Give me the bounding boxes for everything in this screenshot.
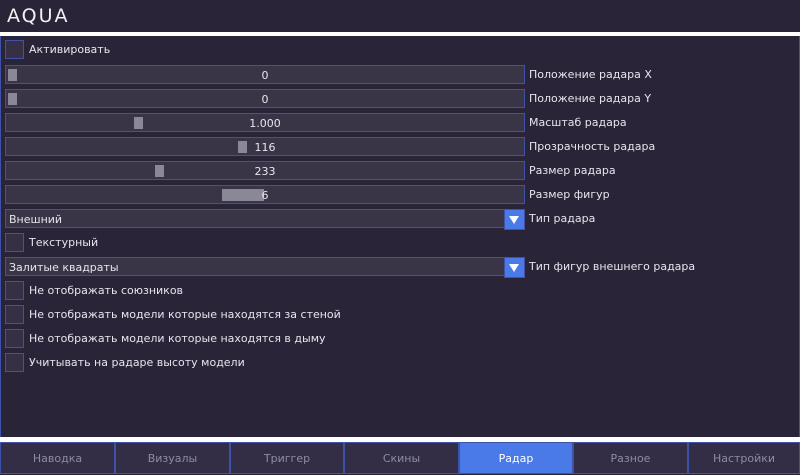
chevron-down-icon[interactable]	[504, 257, 525, 278]
model-height-label: Учитывать на радаре высоту модели	[29, 356, 245, 369]
app-title: AQUA	[7, 5, 70, 27]
hide-allies-label: Не отображать союзников	[29, 284, 184, 297]
chevron-down-icon[interactable]	[504, 209, 525, 230]
shape-size-label: Размер фигур	[529, 188, 610, 201]
radar-y-slider[interactable]: 0	[5, 89, 525, 108]
hide-behind-wall-label: Не отображать модели которые находятся з…	[29, 308, 341, 321]
activate-label: Активировать	[29, 43, 111, 56]
radar-type-value: Внешний	[9, 213, 63, 226]
shape-size-value: 6	[261, 189, 269, 202]
radar-size-slider[interactable]: 233	[5, 161, 525, 180]
radar-x-label: Положение радара X	[529, 68, 652, 81]
radar-opacity-value: 116	[254, 141, 276, 154]
radar-type-dropdown[interactable]: Внешний	[5, 209, 525, 230]
radar-x-value: 0	[261, 69, 269, 82]
hide-behind-wall-checkbox[interactable]	[5, 305, 24, 324]
radar-type-label: Тип радара	[529, 212, 596, 225]
radar-opacity-label: Прозрачность радара	[529, 140, 656, 153]
tab-aim[interactable]: Наводка	[0, 442, 115, 474]
radar-y-label: Положение радара Y	[529, 92, 652, 105]
textured-checkbox[interactable]	[5, 233, 24, 252]
activate-checkbox[interactable]	[5, 40, 24, 59]
radar-scale-value: 1.000	[249, 117, 281, 130]
radar-scale-slider[interactable]: 1.000	[5, 113, 525, 132]
tab-radar[interactable]: Радар	[459, 442, 573, 474]
textured-label: Текстурный	[29, 236, 99, 249]
radar-opacity-slider[interactable]: 116	[5, 137, 525, 156]
radar-scale-label: Масштаб радара	[529, 116, 627, 129]
tab-bar: Наводка Визуалы Триггер Скины Радар Разн…	[0, 442, 800, 474]
outer-shape-type-label: Тип фигур внешнего радара	[529, 260, 696, 273]
model-height-checkbox[interactable]	[5, 353, 24, 372]
tab-trigger[interactable]: Триггер	[230, 442, 344, 474]
radar-y-value: 0	[261, 93, 269, 106]
tab-visuals[interactable]: Визуалы	[115, 442, 230, 474]
hide-allies-checkbox[interactable]	[5, 281, 24, 300]
tab-settings[interactable]: Настройки	[688, 442, 800, 474]
radar-size-value: 233	[254, 165, 276, 178]
shape-size-slider[interactable]: 6	[5, 185, 525, 204]
radar-size-label: Размер радара	[529, 164, 616, 177]
radar-settings-panel: Активировать 0 Положение радара X 0 Поло…	[0, 36, 800, 438]
hide-in-smoke-label: Не отображать модели которые находятся в…	[29, 332, 326, 345]
outer-shape-type-dropdown[interactable]: Залитые квадраты	[5, 257, 525, 278]
outer-shape-type-value: Залитые квадраты	[9, 261, 119, 274]
radar-x-slider[interactable]: 0	[5, 65, 525, 84]
tab-skins[interactable]: Скины	[344, 442, 459, 474]
tab-misc[interactable]: Разное	[573, 442, 688, 474]
title-bar: AQUA	[0, 0, 800, 32]
hide-in-smoke-checkbox[interactable]	[5, 329, 24, 348]
